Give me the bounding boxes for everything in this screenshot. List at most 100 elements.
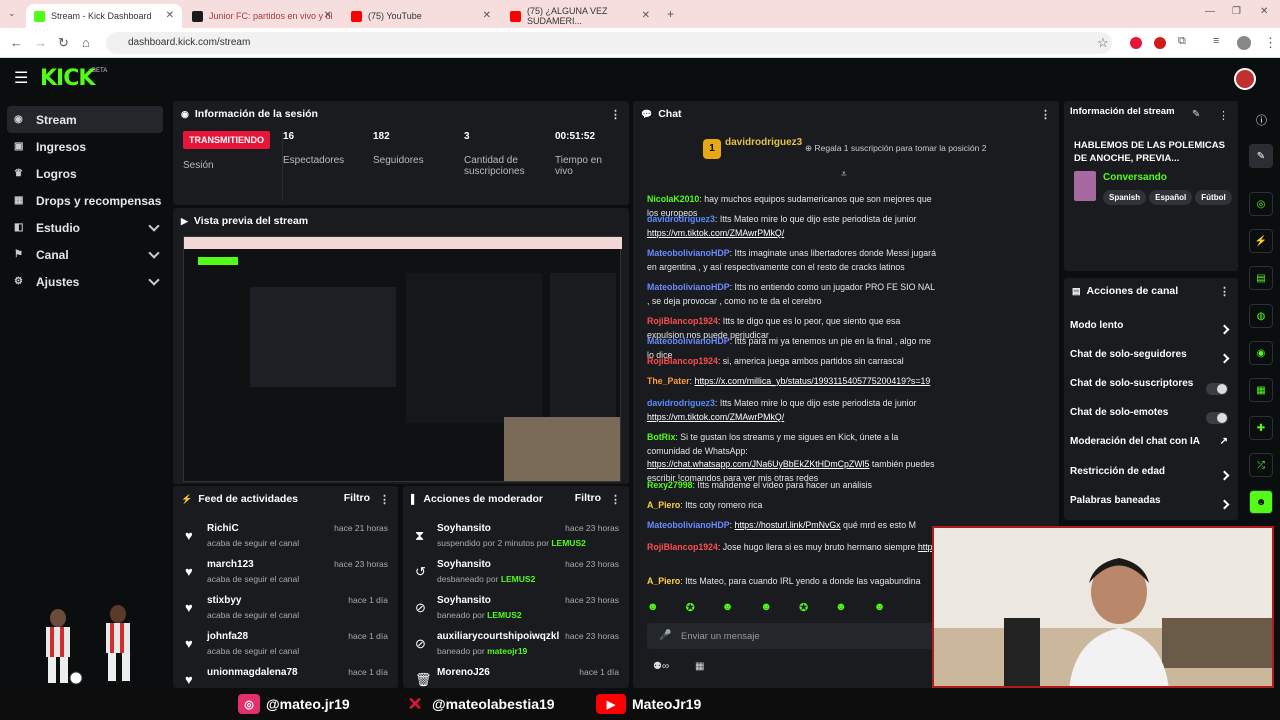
banned-words-item[interactable]: Palabras baneadas [1070,495,1230,520]
close-tab-icon[interactable]: ✕ [166,10,174,21]
chat-link[interactable]: https://hosturl.link/PmNvGx [735,520,841,530]
chat-link[interactable]: https://chat.whatsapp.com/JNa6UyBbEkZKtH… [647,459,869,469]
mod-user[interactable]: MorenoJ26 [437,667,490,678]
extension-icon[interactable] [1130,37,1142,49]
sidebar-item-stream[interactable]: ◉ Stream [7,106,163,133]
chat-username[interactable]: BotRix [647,432,675,442]
emote-icon[interactable]: ☻ [835,601,847,617]
emote-icon[interactable]: ✪ [686,601,695,617]
mod-by[interactable]: LEMUS2 [487,610,521,620]
chat-username[interactable]: A_Piero [647,500,680,510]
mod-by[interactable]: mateojr19 [487,646,527,656]
edit-stream-icon[interactable]: ✎ [1249,144,1273,168]
chat-icon[interactable]: ◍ [1249,304,1273,328]
sidebar-item-ingresos[interactable]: ▣ Ingresos [0,133,170,160]
chat-username[interactable]: MateobolivianoHDP [647,336,730,346]
info-icon[interactable]: ⓘ [1256,112,1267,128]
emote-icon[interactable]: ☻ [722,601,734,617]
lightning-icon[interactable]: ⚡ [1249,229,1273,253]
filter-button[interactable]: Filtro [575,492,601,504]
feed-user[interactable]: unionmagdalena78 [207,667,298,678]
extensions-puzzle-icon[interactable]: ⧉ [1178,35,1186,48]
broadcast-icon[interactable]: ◉ [1249,341,1273,365]
pinned-gifter[interactable]: davidrodriguez3 [725,137,802,148]
feed-user[interactable]: RichiC [207,523,239,534]
feed-user[interactable]: march123 [207,559,254,570]
panel-icon[interactable]: ▦ [1249,378,1273,402]
tab-youtube-video[interactable]: (75) ¿ALGUNA VEZ SUDAMERI... ✕ [502,4,658,28]
feed-user[interactable]: stixbyy [207,595,241,606]
chat-username[interactable]: MateobolivianoHDP [647,520,730,530]
chat-username[interactable]: RojiBlancop1924 [647,356,718,366]
chat-username[interactable]: NicolaK2010 [647,194,699,204]
bookmark-star-icon[interactable]: ☆ [1097,35,1109,51]
emotes-only-toggle[interactable] [1206,412,1228,424]
tab-junior-fc[interactable]: Junior FC: partidos en vivo y úl ✕ [184,4,340,28]
collapse-icon[interactable]: ⩡ [841,169,847,180]
chat-link[interactable]: https://vm.tiktok.com/ZMAwrPMkQ/ [647,412,784,422]
chat-username[interactable]: RojiBlancop1924 [647,542,718,552]
feed-user[interactable]: johnfa28 [207,631,248,642]
reload-icon[interactable]: ↻ [58,35,69,51]
emote-icon[interactable]: ☻ [760,601,772,617]
chat-link[interactable]: https://vm.tiktok.com/ZMAwrPMkQ/ [647,228,784,238]
stream-preview-video[interactable] [183,236,622,482]
more-options-icon[interactable]: ⋮ [1219,285,1230,298]
tab-kick-dashboard[interactable]: Stream - Kick Dashboard ✕ [26,4,182,28]
tag[interactable]: Fútbol [1195,190,1232,205]
emote-icon[interactable]: ☻ [647,601,659,617]
close-window-icon[interactable]: ✕ [1260,6,1268,17]
sidebar-item-drops[interactable]: ▦ Drops y recompensas [0,187,170,214]
url-field[interactable]: dashboard.kick.com/stream [106,32,1112,54]
close-tab-icon[interactable]: ✕ [483,10,491,21]
new-tab-icon[interactable]: + [667,7,674,21]
mod-user[interactable]: Soyhansito [437,595,491,606]
forward-icon[interactable]: → [34,35,47,50]
chat-input[interactable]: 🎤 Enviar un mensaje [647,623,937,649]
chat-username[interactable]: The_Pater [647,376,690,386]
kick-logo[interactable]: KICK [40,66,95,91]
chat-users-icon[interactable]: ⚉∞ [653,661,669,672]
tool-icon[interactable]: ✚ [1249,416,1273,440]
more-options-icon[interactable]: ⋮ [1218,109,1229,122]
document-icon[interactable]: ▤ [1249,266,1273,290]
chat-username[interactable]: davidrodriguez3 [647,214,715,224]
shuffle-icon[interactable]: ⤮ [1249,453,1273,477]
user-avatar[interactable] [1234,68,1256,90]
category-name[interactable]: Conversando [1103,172,1167,183]
maximize-icon[interactable]: ❐ [1232,6,1241,17]
close-tab-icon[interactable]: ✕ [324,10,332,21]
hamburger-menu-icon[interactable]: ☰ [14,68,28,88]
chat-username[interactable]: MateobolivianoHDP [647,248,730,258]
mod-user[interactable]: Soyhansito [437,523,491,534]
mod-by[interactable]: LEMUS2 [501,574,535,584]
filter-button[interactable]: Filtro [344,492,370,504]
sidebar-item-logros[interactable]: ♛ Logros [0,160,170,187]
age-restriction-item[interactable]: Restricción de edad [1070,466,1230,494]
chat-username[interactable]: MateobolivianoHDP [647,282,730,292]
minimize-icon[interactable]: — [1205,6,1215,17]
edit-icon[interactable]: ✎ [1192,109,1200,120]
emote-icon[interactable]: ✪ [799,601,808,617]
sidebar-item-canal[interactable]: ⚑ Canal [0,241,170,268]
category-thumbnail[interactable] [1074,171,1096,201]
extension-icon[interactable] [1154,37,1166,49]
more-options-icon[interactable]: ⋮ [610,108,621,121]
tag[interactable]: Español [1149,190,1193,205]
chat-username[interactable]: Rexy27998 [647,480,693,490]
ai-moderation-item[interactable]: Moderación del chat con IA ↗ [1070,436,1228,464]
profile-avatar[interactable] [1237,36,1251,50]
followers-only-item[interactable]: Chat de solo-seguidores [1070,349,1230,377]
microphone-icon[interactable]: 🎤 [659,630,671,641]
tag[interactable]: Spanish [1103,190,1147,205]
sidebar-item-estudio[interactable]: ◧ Estudio [0,214,170,241]
close-tab-icon[interactable]: ✕ [642,10,650,21]
chat-username[interactable]: davidrodriguez3 [647,398,715,408]
mod-user[interactable]: auxiliarycourtshipoiwqzkl [437,631,559,642]
mod-by[interactable]: LEMUS2 [551,538,585,548]
sidebar-item-ajustes[interactable]: ⚙ Ajustes [0,268,170,295]
browser-menu-icon[interactable]: ⋮ [1264,35,1277,51]
store-icon[interactable]: ▦ [695,661,704,672]
emote-icon[interactable]: ☻ [874,601,886,617]
camera-icon[interactable]: ◎ [1249,192,1273,216]
